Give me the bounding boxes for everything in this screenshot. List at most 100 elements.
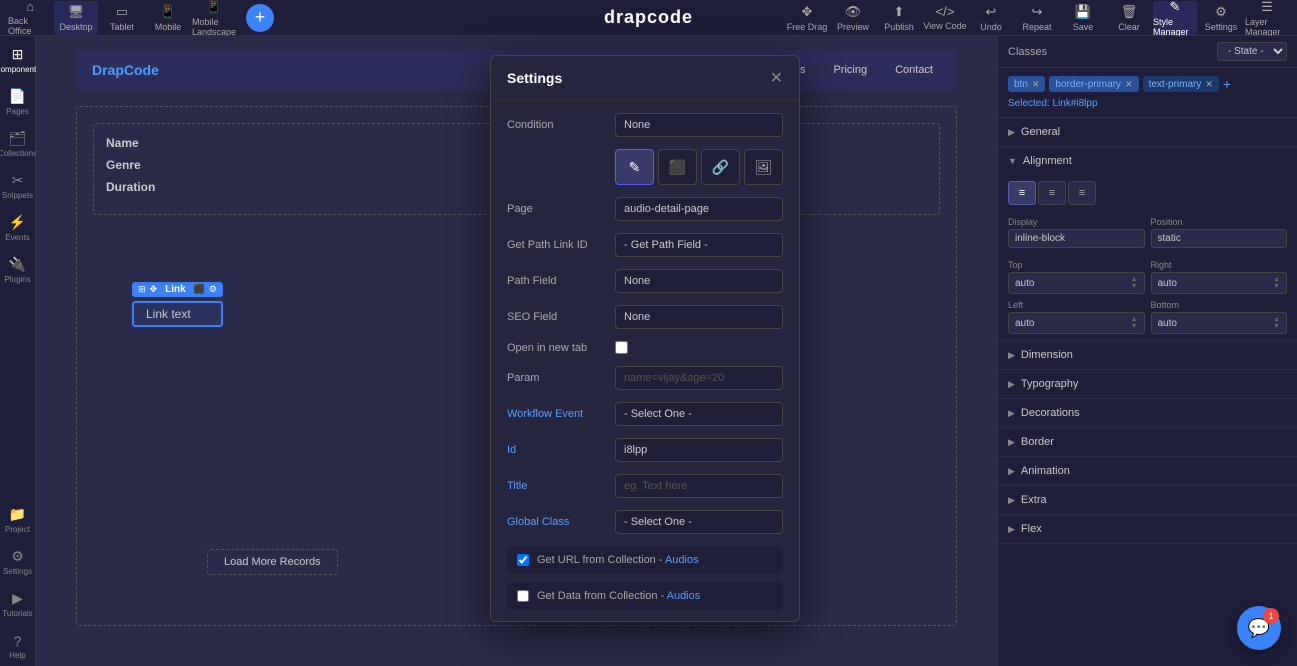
condition-input[interactable] (615, 113, 783, 137)
seo-field-input[interactable] (615, 305, 783, 329)
class-tag-btn[interactable]: btn ✕ (1008, 76, 1045, 92)
class-tag-text-primary[interactable]: text-primary ✕ (1143, 76, 1219, 92)
classes-tags: btn ✕ border-primary ✕ text-primary ✕ + (1008, 76, 1287, 92)
view-code-button[interactable]: </> View Code (923, 1, 967, 35)
preview-button[interactable]: 👁 Preview (831, 1, 875, 35)
path-field-input[interactable] (615, 269, 783, 293)
tab-image-button[interactable]: 🖼 (744, 149, 783, 185)
repeat-button[interactable]: ↪ Repeat (1015, 1, 1059, 35)
left-down[interactable]: ▼ (1131, 323, 1138, 330)
param-input[interactable] (615, 366, 783, 390)
sidebar-item-help[interactable]: ? Help (2, 626, 34, 666)
add-component-button[interactable]: + (246, 4, 274, 32)
section-decorations-header[interactable]: ▶ Decorations (998, 399, 1297, 427)
workflow-event-input[interactable] (615, 402, 783, 426)
bottom-input[interactable]: auto ▲▼ (1151, 312, 1288, 334)
link-text-box[interactable]: Link text (132, 301, 223, 327)
nav-link-pricing[interactable]: Pricing (825, 60, 875, 80)
free-drag-button[interactable]: ✥ Free Drag (785, 1, 829, 35)
sidebar-item-tutorials[interactable]: ▶ Tutorials (2, 584, 34, 624)
style-manager-button[interactable]: ✎ Style Manager (1153, 1, 1197, 35)
position-select[interactable]: static relative absolute fixed (1151, 229, 1288, 248)
section-flex-title: Flex (1021, 523, 1042, 535)
get-url-checkbox[interactable] (517, 554, 529, 566)
add-class-button[interactable]: + (1223, 76, 1231, 92)
top-input[interactable]: auto ▲▼ (1008, 272, 1145, 294)
tab-link-button[interactable]: 🔗 (701, 149, 740, 185)
events-icon: ⚡ (9, 214, 26, 231)
path-field-row: Path Field (507, 269, 783, 293)
class-tag-btn-remove[interactable]: ✕ (1032, 79, 1040, 90)
id-input[interactable] (615, 438, 783, 462)
right-up[interactable]: ▲ (1273, 276, 1280, 283)
layer-manager-button[interactable]: ☰ Layer Manager (1245, 1, 1289, 35)
settings-button[interactable]: ⚙ Settings (1199, 1, 1243, 35)
publish-button[interactable]: ⬆ Publish (877, 1, 921, 35)
chat-bubble[interactable]: 💬 1 (1237, 606, 1281, 650)
section-border: ▶ Border (998, 428, 1297, 457)
link-toolbar-settings-icon[interactable]: ⚙ (209, 284, 217, 295)
page-input[interactable] (615, 197, 783, 221)
load-more-button[interactable]: Load More Records (207, 549, 338, 575)
right-input[interactable]: auto ▲▼ (1151, 272, 1288, 294)
section-extra-header[interactable]: ▶ Extra (998, 486, 1297, 514)
mobile-button[interactable]: 📱 Mobile (146, 1, 190, 35)
sidebar-item-events[interactable]: ⚡ Events (2, 208, 34, 248)
align-center-button[interactable]: ≡ (1038, 181, 1066, 205)
left-input[interactable]: auto ▲▼ (1008, 312, 1145, 334)
title-input[interactable] (615, 474, 783, 498)
get-data-checkbox[interactable] (517, 590, 529, 602)
class-tag-text-remove[interactable]: ✕ (1205, 79, 1213, 90)
get-path-link-id-input[interactable] (615, 233, 783, 257)
snippets-icon: ✂ (12, 172, 24, 189)
sidebar-item-pages[interactable]: 📄 Pages (2, 82, 34, 122)
clear-button[interactable]: 🗑 Clear (1107, 1, 1151, 35)
sidebar-item-snippets[interactable]: ✂ Snippets (2, 166, 34, 206)
section-decorations-title: Decorations (1021, 407, 1080, 419)
align-left-button[interactable]: ≡ (1008, 181, 1036, 205)
back-office-button[interactable]: ⌂ Back Office (8, 1, 52, 35)
section-flex-header[interactable]: ▶ Flex (998, 515, 1297, 543)
class-tag-border-primary[interactable]: border-primary ✕ (1049, 76, 1138, 92)
display-select[interactable]: inline-block block flex none (1008, 229, 1145, 248)
tab-copy-button[interactable]: ⬛ (658, 149, 697, 185)
section-animation-header[interactable]: ▶ Animation (998, 457, 1297, 485)
sidebar-item-collections[interactable]: 🗂 Collections (2, 124, 34, 164)
section-dimension-header[interactable]: ▶ Dimension (998, 341, 1297, 369)
right-down[interactable]: ▼ (1273, 283, 1280, 290)
link-toolbar-move-icon[interactable]: ✥ (150, 284, 158, 295)
top-up[interactable]: ▲ (1131, 276, 1138, 283)
get-data-checkbox-row[interactable]: Get Data from Collection - Audios (507, 582, 783, 610)
state-select[interactable]: - State - (1217, 42, 1287, 61)
selected-value: Link#i8lpp (1052, 98, 1097, 109)
sidebar-item-settings[interactable]: ⚙ Settings (2, 542, 34, 582)
section-animation-title: Animation (1021, 465, 1070, 477)
sidebar-item-plugins[interactable]: 🔌 Plugins (2, 250, 34, 290)
align-right-button[interactable]: ≡ (1068, 181, 1096, 205)
section-general-header[interactable]: ▶ General (998, 118, 1297, 146)
global-class-input[interactable] (615, 510, 783, 534)
sidebar-item-components[interactable]: ⊞ Components (2, 40, 34, 80)
link-toolbar-copy-icon[interactable]: ⬛ (194, 284, 205, 295)
save-button[interactable]: 💾 Save (1061, 1, 1105, 35)
section-border-header[interactable]: ▶ Border (998, 428, 1297, 456)
tablet-button[interactable]: ▭ Tablet (100, 1, 144, 35)
left-up[interactable]: ▲ (1131, 316, 1138, 323)
desktop-button[interactable]: 🖥 Desktop (54, 1, 98, 35)
open-in-new-tab-checkbox[interactable] (615, 341, 628, 354)
modal-close-button[interactable]: ✕ (770, 68, 783, 88)
section-typography-header[interactable]: ▶ Typography (998, 370, 1297, 398)
nav-link-contact[interactable]: Contact (887, 60, 941, 80)
bottom-up[interactable]: ▲ (1273, 316, 1280, 323)
top-down[interactable]: ▼ (1131, 283, 1138, 290)
class-tag-text-label: text-primary (1149, 79, 1202, 90)
section-alignment-header[interactable]: ▼ Alignment (998, 147, 1297, 175)
tab-edit-button[interactable]: ✎ (615, 149, 654, 185)
get-url-checkbox-row[interactable]: Get URL from Collection - Audios (507, 546, 783, 574)
undo-button[interactable]: ↩ Undo (969, 1, 1013, 35)
mobile-landscape-button[interactable]: 📱 Mobile Landscape (192, 1, 236, 35)
bottom-down[interactable]: ▼ (1273, 323, 1280, 330)
class-tag-border-remove[interactable]: ✕ (1125, 79, 1133, 90)
link-toolbar-resize-icon[interactable]: ⊞ (138, 284, 146, 295)
sidebar-item-project[interactable]: 📁 Project (2, 500, 34, 540)
